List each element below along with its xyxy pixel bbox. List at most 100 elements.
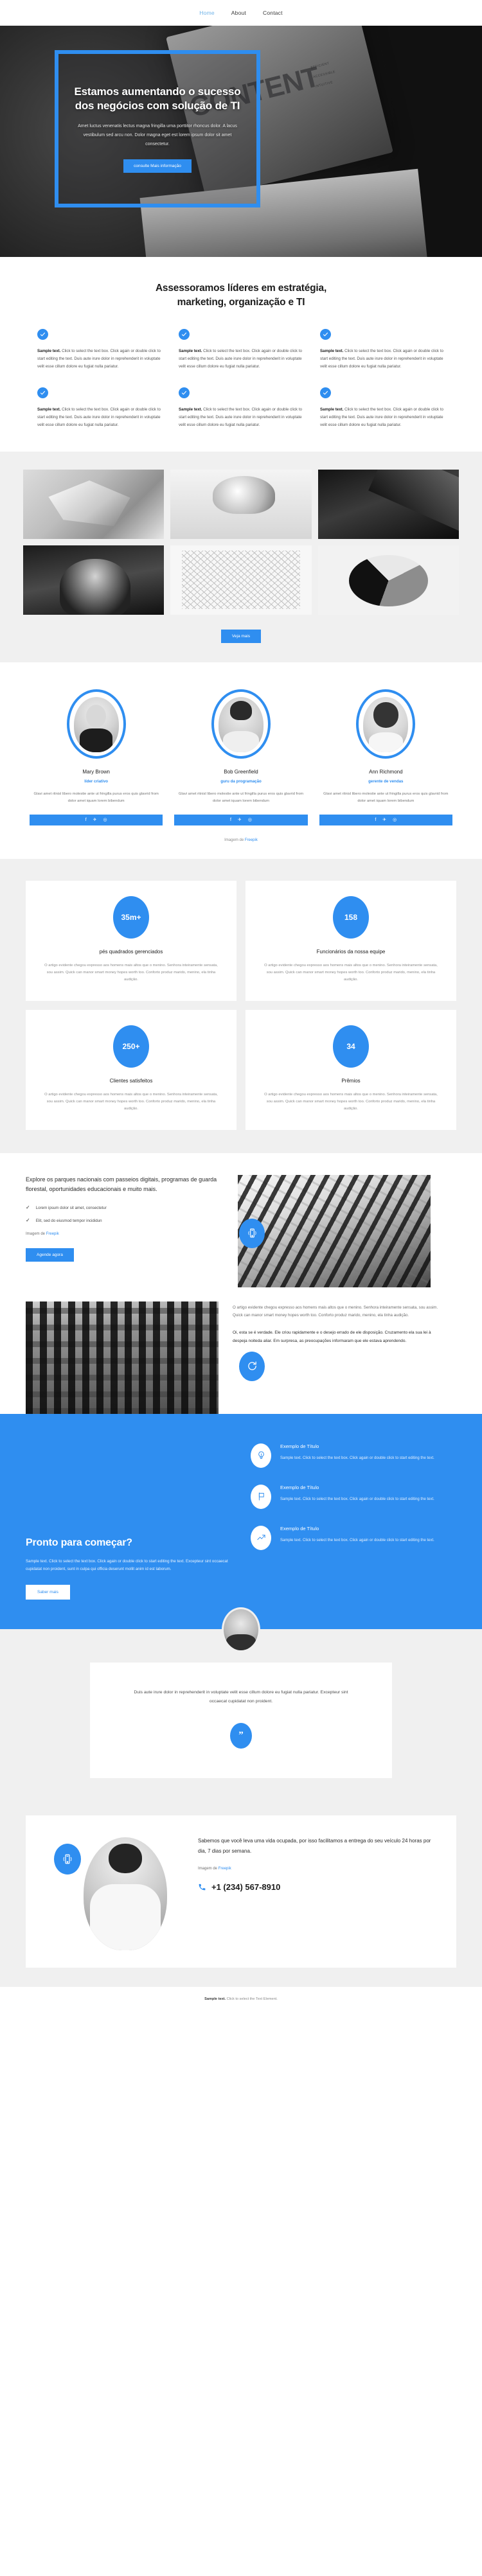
cta-feature-text: Sample text. Click to select the text bo… xyxy=(280,1538,434,1542)
feature-lead: Sample text. xyxy=(179,407,202,412)
feature-item: Sample text. Click to select the text bo… xyxy=(37,387,162,429)
feature-text: Sample text. Click to select the text bo… xyxy=(37,406,162,429)
gallery-see-more-button[interactable]: Veja mais xyxy=(220,629,262,643)
explore-row-bottom: O artigo evidente chegou expresso aos ho… xyxy=(0,1287,482,1414)
instagram-icon[interactable]: ◎ xyxy=(248,818,252,822)
team-card: Bob Greenfield guru da programação Glavi… xyxy=(174,689,308,825)
nav-link-home[interactable]: Home xyxy=(199,10,214,16)
feature-item: Sample text. Click to select the text bo… xyxy=(179,387,303,429)
facebook-icon[interactable]: f xyxy=(85,818,87,822)
facebook-icon[interactable]: f xyxy=(375,818,376,822)
schedule-now-button[interactable]: Agende agora xyxy=(26,1248,74,1262)
credit-prefix: Imagem de xyxy=(198,1866,219,1871)
stat-description: O artigo evidente chegou expresso aos ho… xyxy=(44,1092,218,1111)
nav-link-contact[interactable]: Contact xyxy=(263,10,283,16)
hero-tag-accessible: ACCESSIBLE xyxy=(312,69,336,79)
footer-lead: Sample text. xyxy=(204,1997,226,2001)
stats-grid: 35m+ pés quadrados gerenciados O artigo … xyxy=(0,880,482,1130)
cta-left: Pronto para começar? Sample text. Click … xyxy=(26,1441,231,1600)
check-icon xyxy=(179,387,190,399)
contact-card: Sabemos que você leva uma vida ocupada, … xyxy=(26,1815,456,1968)
hero-frame: Estamos aumentando o sucesso dos negócio… xyxy=(55,50,260,207)
team-member-role: líder criativo xyxy=(84,779,109,784)
team-section: Mary Brown líder criativo Glavi amet rit… xyxy=(0,662,482,859)
nav-link-about[interactable]: About xyxy=(231,10,246,16)
feature-text: Sample text. Click to select the text bo… xyxy=(320,348,445,371)
gallery-image[interactable] xyxy=(170,545,312,615)
check-icon: ✓ xyxy=(26,1204,30,1211)
testimonial-avatar xyxy=(222,1607,260,1653)
feature-item: Sample text. Click to select the text bo… xyxy=(320,329,445,371)
instagram-icon[interactable]: ◎ xyxy=(393,818,397,822)
social-bar: f ✈ ◎ xyxy=(174,814,308,825)
stat-value: 35m+ xyxy=(113,895,149,939)
cta-learn-more-button[interactable]: Saber mais xyxy=(26,1585,70,1600)
explore-paragraph-1: O artigo evidente chegou expresso aos ho… xyxy=(233,1305,438,1318)
gallery-image[interactable] xyxy=(23,469,165,539)
stat-value: 158 xyxy=(333,895,369,939)
feature-lead: Sample text. xyxy=(320,407,344,412)
contact-phone[interactable]: +1 (234) 567-8910 xyxy=(198,1882,437,1892)
stat-card: 158 Funcionários da nossa equipe O artig… xyxy=(245,880,456,1001)
mobile-signal-icon xyxy=(239,1218,265,1248)
cta-feature-item: Exemplo de Título Sample text. Click to … xyxy=(251,1484,456,1509)
gallery-image[interactable] xyxy=(170,469,312,539)
features-section: Assessoramos líderes em estratégia, mark… xyxy=(0,257,482,452)
testimonial-card: Duis aute irure dolor in reprehenderit i… xyxy=(90,1663,392,1778)
check-icon xyxy=(320,387,331,399)
check-icon xyxy=(37,329,48,340)
cta-feature-body: Exemplo de Título Sample text. Click to … xyxy=(280,1443,434,1468)
cta-feature-item: Exemplo de Título Sample text. Click to … xyxy=(251,1443,456,1468)
cta-feature-title: Exemplo de Título xyxy=(280,1443,319,1449)
instagram-icon[interactable]: ◎ xyxy=(103,818,107,822)
team-member-name: Bob Greenfield xyxy=(224,768,258,775)
explore-bullet-label: Lorem ipsum dolor sit amet, consectetur xyxy=(35,1205,107,1210)
explore-bullet: ✓ Elit, sed do eiusmod tempor incididun xyxy=(26,1218,222,1223)
phone-icon xyxy=(199,1883,206,1890)
twitter-icon[interactable]: ✈ xyxy=(382,818,386,822)
chart-icon xyxy=(251,1525,271,1550)
site-header: Home About Contact xyxy=(0,0,482,26)
flag-icon xyxy=(251,1484,271,1509)
credit-link[interactable]: Freepik xyxy=(245,838,258,842)
feature-text: Sample text. Click to select the text bo… xyxy=(320,406,445,429)
features-grid-row-2: Sample text. Click to select the text bo… xyxy=(0,387,482,429)
credit-link[interactable]: Freepik xyxy=(46,1232,59,1236)
twitter-icon[interactable]: ✈ xyxy=(238,818,242,822)
explore-section: Explore os parques nacionais com passeio… xyxy=(0,1152,482,1414)
explore-text-block: Explore os parques nacionais com passeio… xyxy=(26,1175,238,1262)
facebook-icon[interactable]: f xyxy=(230,818,231,822)
avatar-photo xyxy=(218,696,263,752)
contact-photo xyxy=(84,1837,167,1950)
stat-description: O artigo evidente chegou expresso aos ho… xyxy=(264,963,438,982)
gallery-image[interactable] xyxy=(317,545,459,615)
gallery-button-wrap: Veja mais xyxy=(0,629,482,643)
features-title: Assessoramos líderes em estratégia, mark… xyxy=(155,283,327,308)
contact-section: Sabemos que você leva uma vida ocupada, … xyxy=(0,1799,482,1987)
cta-paragraph: Sample text. Click to select the text bo… xyxy=(26,1558,228,1571)
stat-label: Funcionários da nossa equipe xyxy=(316,948,386,955)
stat-card: 250+ Clientes satisfeitos O artigo evide… xyxy=(26,1009,237,1130)
feature-item: Sample text. Click to select the text bo… xyxy=(320,387,445,429)
explore-bullet: ✓ Lorem ipsum dolor sit amet, consectetu… xyxy=(26,1205,222,1210)
hero-section: CONTENT EFFICIENT ACCESSIBLE INTUITIVE E… xyxy=(0,26,482,257)
cta-feature-title: Exemplo de Título xyxy=(280,1484,319,1490)
stat-description: O artigo evidente chegou expresso aos ho… xyxy=(44,963,218,982)
feature-lead: Sample text. xyxy=(37,407,61,412)
contact-image-credit: Imagem de Freepik xyxy=(198,1867,437,1871)
cta-feature-text: Sample text. Click to select the text bo… xyxy=(280,1456,434,1460)
hero-cta-button[interactable]: consulte Mais informação xyxy=(123,159,192,173)
check-icon xyxy=(320,329,331,340)
feature-text: Sample text. Click to select the text bo… xyxy=(37,348,162,371)
cta-feature-item: Exemplo de Título Sample text. Click to … xyxy=(251,1525,456,1550)
gallery-image[interactable] xyxy=(317,469,459,539)
explore-image-credit: Imagem de Freepik xyxy=(26,1232,222,1236)
twitter-icon[interactable]: ✈ xyxy=(93,818,97,822)
stat-card: 35m+ pés quadrados gerenciados O artigo … xyxy=(26,880,237,1001)
testimonial-text: Duis aute irure dolor in reprehenderit i… xyxy=(134,1690,348,1704)
credit-link[interactable]: Freepik xyxy=(219,1867,231,1871)
gallery-image[interactable] xyxy=(23,545,165,615)
social-bar: f ✈ ◎ xyxy=(319,814,452,825)
team-member-bio: Glavi amet ritnisl libero molestie ante … xyxy=(33,791,159,804)
footer-body: Click to select the Text Element. xyxy=(226,1997,278,2001)
